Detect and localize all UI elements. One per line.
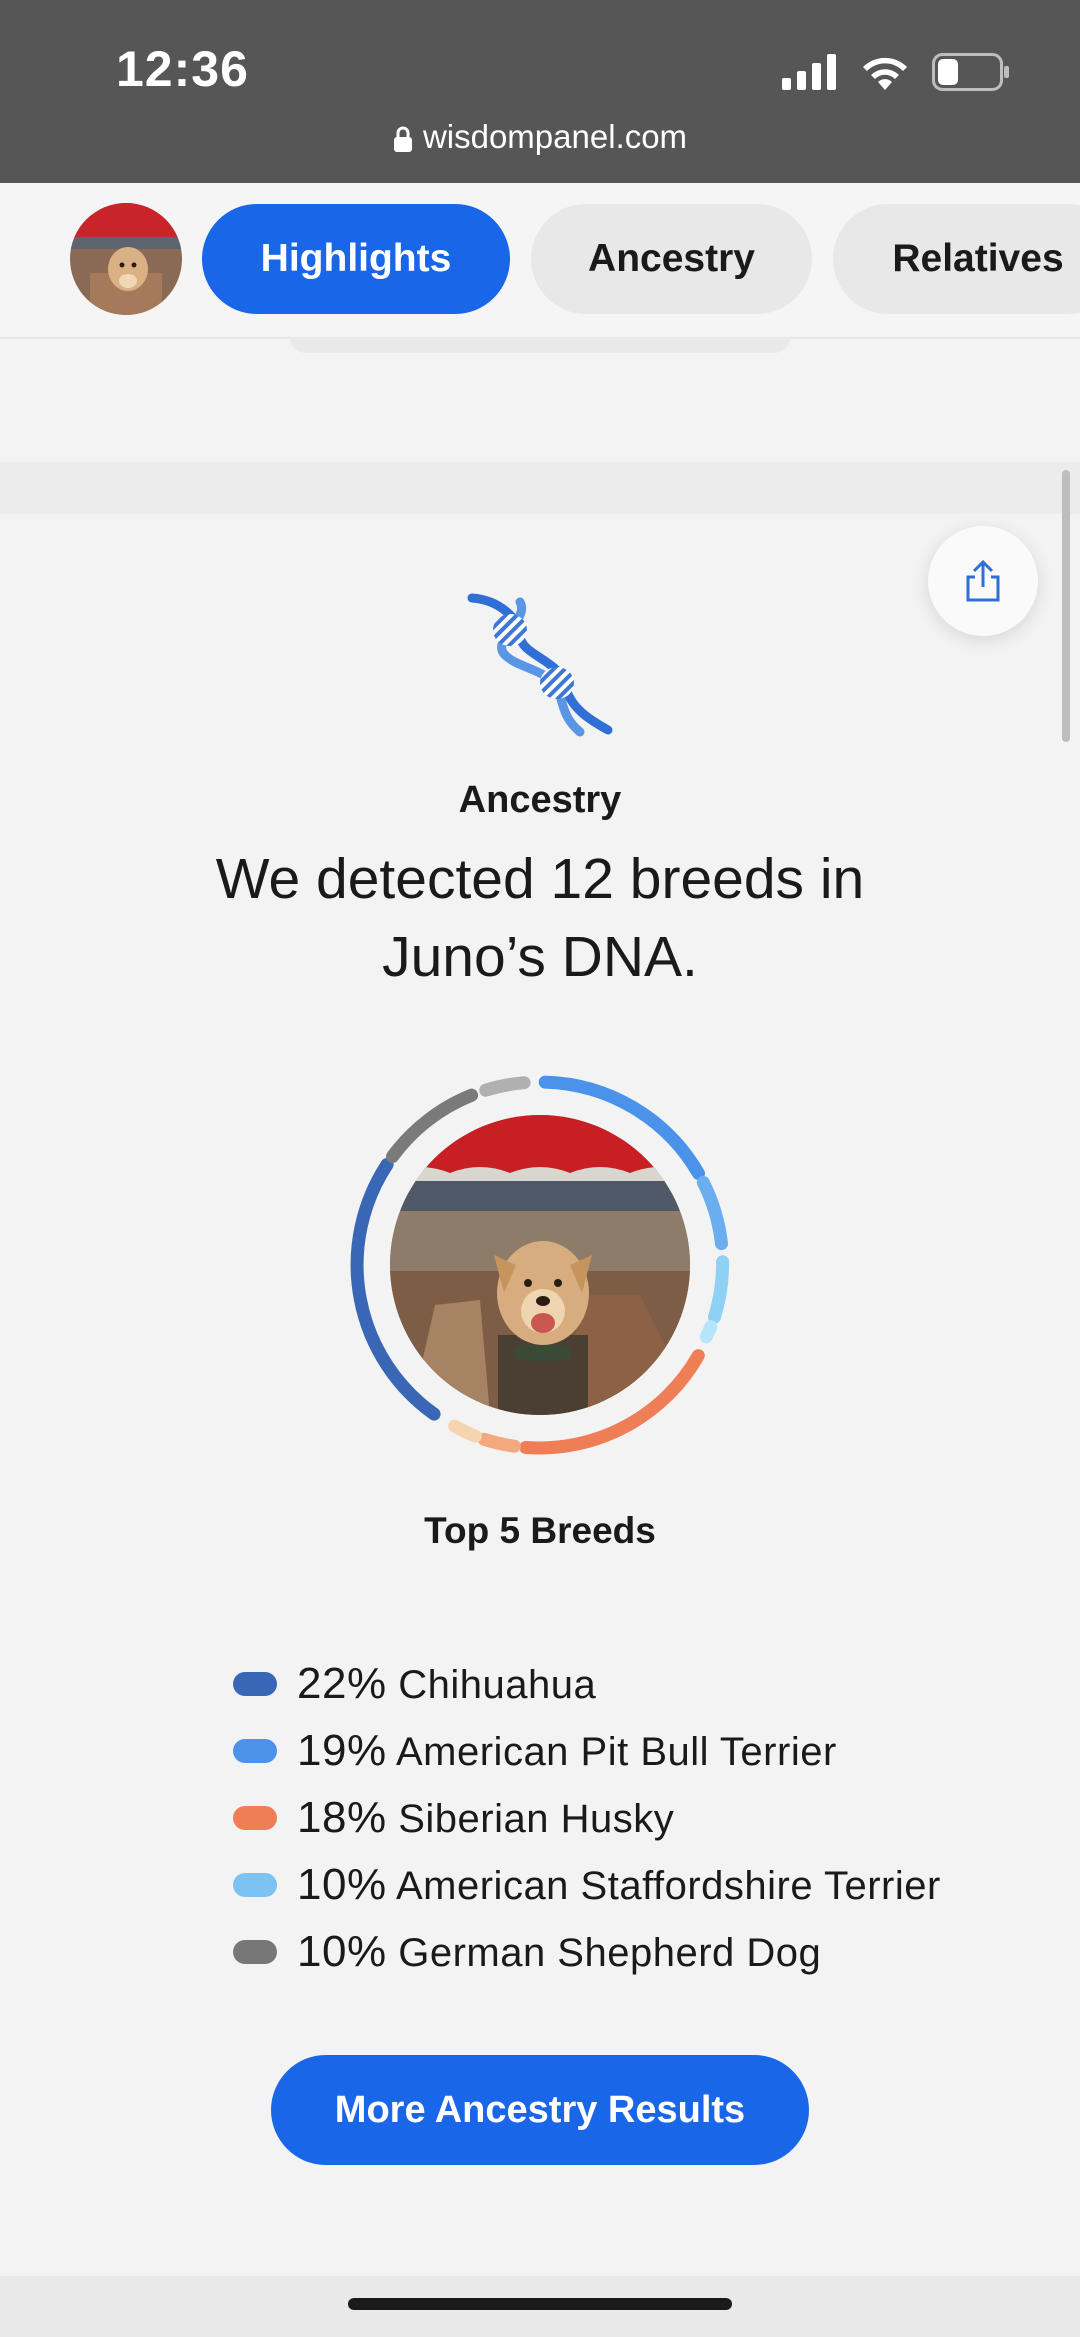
breed-name: German Shepherd Dog [398, 1930, 822, 1975]
ancestry-headline: We detected 12 breeds in Juno’s DNA. [215, 847, 865, 989]
tab-ancestry[interactable]: Ancestry [531, 204, 812, 314]
ring-segment-pit-bull-b [696, 1175, 728, 1251]
breed-color-swatch [233, 1671, 277, 1696]
ring-segment-staffordshire-b [699, 1320, 718, 1344]
breed-percent: 10% [297, 1926, 387, 1976]
tab-highlights[interactable]: Highlights [202, 204, 510, 314]
top-breeds-title: Top 5 Breeds [424, 1510, 656, 1551]
breed-list: 22% Chihuahua 19% American Pit Bull Terr… [233, 1650, 941, 1985]
breed-name: Siberian Husky [398, 1796, 675, 1841]
tab-relatives[interactable]: Relatives [833, 204, 1080, 314]
home-indicator[interactable] [348, 2298, 732, 2310]
breed-ring-chart [350, 1075, 730, 1455]
breed-name: American Staffordshire Terrier [395, 1863, 941, 1908]
breed-item: 10% German Shepherd Dog [233, 1918, 941, 1985]
scrollbar[interactable] [1062, 470, 1070, 742]
previous-card-edge [290, 337, 790, 353]
section-label: Ancestry [458, 779, 622, 821]
breed-percent: 19% [297, 1725, 387, 1775]
battery-icon [932, 53, 1009, 91]
breed-name: Chihuahua [398, 1662, 597, 1707]
breed-item: 18% Siberian Husky [233, 1784, 941, 1851]
breed-item: 22% Chihuahua [233, 1650, 941, 1717]
dog-avatar[interactable] [70, 203, 182, 315]
breed-color-swatch [233, 1738, 277, 1763]
tab-bar: Highlights Ancestry Relatives [0, 183, 1080, 339]
breed-color-swatch [233, 1805, 277, 1830]
status-icons [782, 50, 1010, 94]
ring-segment-husky-b [477, 1432, 521, 1453]
ring-segment-other [448, 1419, 482, 1443]
ring-segment-staffordshire [708, 1255, 730, 1324]
breed-color-swatch [233, 1872, 277, 1897]
section-divider [0, 462, 1080, 514]
share-icon [966, 559, 1000, 602]
breed-percent: 22% [297, 1658, 387, 1708]
lock-icon [393, 126, 412, 152]
dog-photo [390, 1115, 690, 1415]
breed-percent: 18% [297, 1792, 387, 1842]
wifi-icon [863, 57, 907, 90]
dna-icon [467, 593, 613, 737]
signal-icon [782, 54, 836, 90]
status-bar: 12:36 wisdompanel.com [0, 0, 1080, 183]
share-button[interactable] [928, 526, 1038, 636]
clock: 12:36 [116, 41, 249, 97]
url-bar[interactable]: wisdompanel.com [0, 118, 1080, 156]
breed-item: 19% American Pit Bull Terrier [233, 1717, 941, 1784]
breed-item: 10% American Staffordshire Terrier [233, 1851, 941, 1918]
breed-color-swatch [233, 1939, 277, 1964]
url-text: wisdompanel.com [422, 118, 688, 155]
breed-percent: 10% [297, 1859, 387, 1909]
more-ancestry-results-button[interactable]: More Ancestry Results [271, 2055, 809, 2165]
ring-segment-shepherd-b [479, 1076, 531, 1097]
breed-name: American Pit Bull Terrier [395, 1729, 837, 1774]
